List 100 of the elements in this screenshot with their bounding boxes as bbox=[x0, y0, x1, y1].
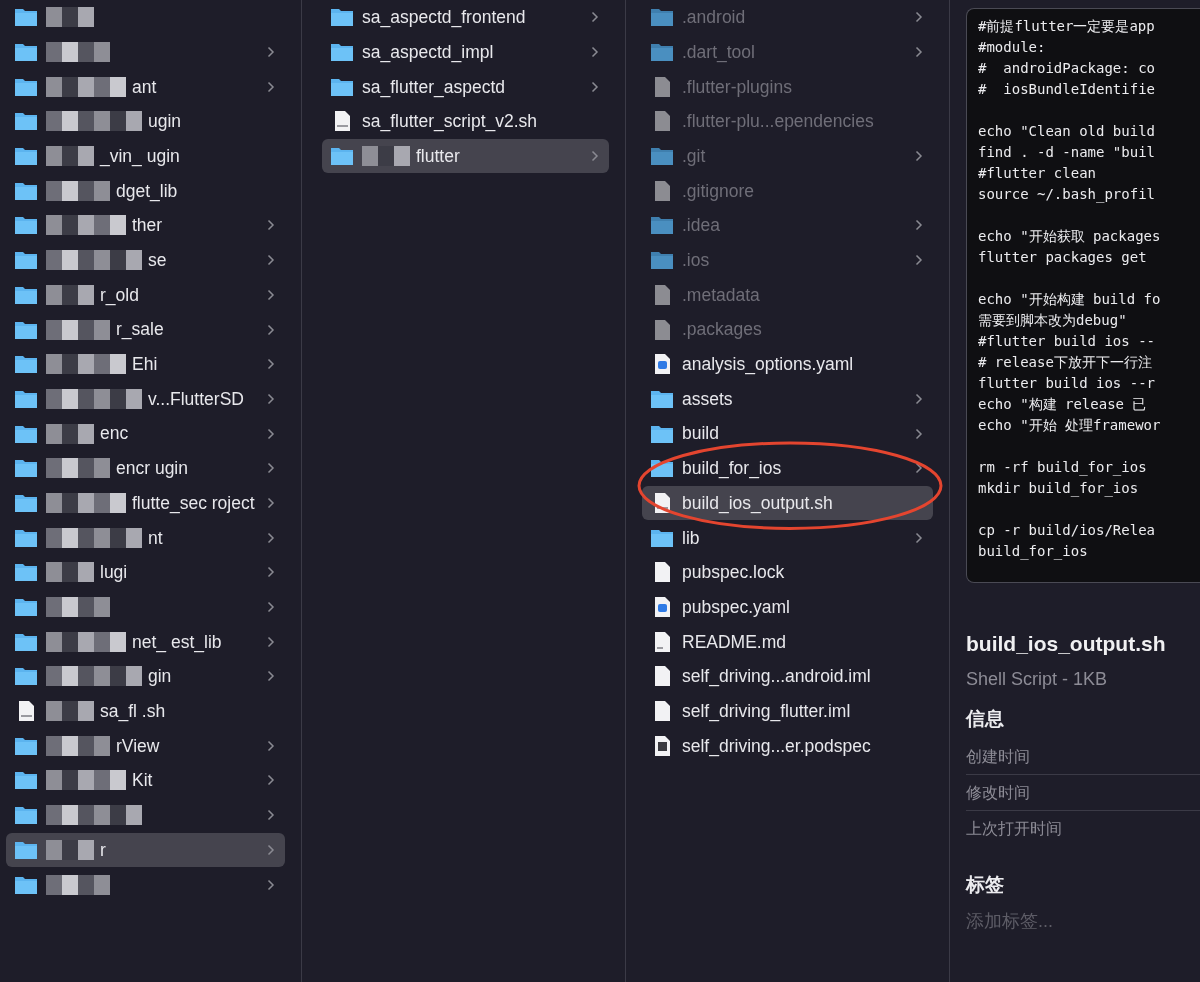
folder-icon bbox=[14, 41, 38, 64]
file-name: .android bbox=[682, 6, 746, 30]
file-row[interactable]: README.md bbox=[642, 624, 933, 660]
file-row[interactable]: gin bbox=[6, 659, 285, 694]
file-row[interactable]: build bbox=[642, 416, 933, 451]
file-row[interactable]: pubspec.lock bbox=[642, 555, 933, 590]
code-line: echo "开始构建 build fo bbox=[978, 290, 1162, 309]
code-line: # release下放开下一行注 bbox=[978, 353, 1153, 372]
file-row[interactable]: dget_lib bbox=[6, 173, 285, 209]
file-name: Ehi bbox=[132, 353, 158, 377]
code-line: #flutter clean bbox=[978, 164, 1097, 183]
chevron-icon bbox=[267, 80, 275, 93]
code-line: echo "Clean old build bbox=[978, 122, 1156, 141]
file-name: nt bbox=[148, 526, 163, 550]
folder-icon bbox=[14, 596, 38, 619]
chevron-icon bbox=[267, 392, 275, 405]
file-name: Kit bbox=[132, 769, 153, 793]
mosaic-redaction bbox=[46, 458, 110, 479]
file-row[interactable]: sa_aspectd_impl bbox=[322, 34, 609, 70]
chevron-icon bbox=[915, 219, 923, 232]
mosaic-redaction bbox=[46, 146, 94, 167]
mosaic-redaction bbox=[46, 284, 94, 305]
chevron-icon bbox=[267, 774, 275, 787]
file-name: r_old bbox=[100, 283, 139, 308]
file-row[interactable]: r_sale bbox=[6, 312, 285, 347]
file-name: sa_aspectd_impl bbox=[362, 40, 494, 65]
chevron-icon bbox=[591, 80, 599, 93]
chevron-icon bbox=[267, 358, 275, 371]
file-row[interactable]: Kit bbox=[6, 763, 285, 798]
file-name: .metadata bbox=[682, 283, 760, 307]
file-row[interactable]: _vin_ ugin bbox=[6, 138, 285, 174]
file-row[interactable]: ther bbox=[6, 208, 285, 243]
file-name: rView bbox=[116, 734, 160, 758]
file-title: build_ios_output.sh bbox=[966, 631, 1167, 657]
file-name: r bbox=[100, 838, 106, 862]
chevron-icon bbox=[267, 46, 275, 59]
file-row[interactable]: lugi bbox=[6, 555, 285, 590]
chevron-icon bbox=[267, 809, 275, 822]
chevron-icon bbox=[915, 462, 923, 475]
info-label: 修改时间 bbox=[966, 775, 1200, 811]
file-row[interactable]: se bbox=[6, 242, 285, 278]
code-line: echo "构建 release 已 bbox=[978, 395, 1148, 414]
code-line: 需要到脚本改为debug" bbox=[978, 311, 1128, 330]
file-name: build_ios_output.sh bbox=[682, 491, 833, 516]
file-row[interactable]: enc bbox=[6, 416, 285, 451]
folder-icon bbox=[650, 249, 674, 272]
mosaic-redaction bbox=[46, 701, 94, 722]
mosaic-redaction bbox=[46, 562, 94, 583]
folder-icon bbox=[14, 665, 38, 688]
file-row[interactable]: v...FlutterSD bbox=[6, 381, 285, 417]
mosaic-redaction bbox=[46, 874, 110, 895]
file-row[interactable]: assets bbox=[642, 381, 933, 417]
file-name: self_driving_flutter.iml bbox=[682, 699, 851, 724]
chevron-icon bbox=[591, 46, 599, 59]
chevron-icon bbox=[915, 254, 923, 267]
folder-icon bbox=[330, 41, 354, 64]
chevron-icon bbox=[267, 496, 275, 509]
file-name: lib bbox=[682, 526, 700, 550]
file-row[interactable]: self_driving...er.podspec bbox=[642, 728, 933, 764]
code-line: flutter packages get bbox=[978, 248, 1148, 267]
file-name: self_driving...er.podspec bbox=[682, 734, 871, 759]
file-row[interactable]: encr ugin bbox=[6, 450, 285, 486]
file-row[interactable]: rView bbox=[6, 728, 285, 764]
file-row[interactable]: ugin bbox=[6, 104, 285, 139]
file-name: .flutter-plu...ependencies bbox=[682, 110, 874, 134]
file-row[interactable]: r bbox=[6, 832, 285, 868]
file-row[interactable]: self_driving_flutter.iml bbox=[642, 693, 933, 729]
file-name: self_driving...android.iml bbox=[682, 665, 871, 689]
info-label: 创建时间 bbox=[966, 739, 1200, 775]
file-row[interactable]: sa_fl .sh bbox=[6, 693, 285, 729]
file-row[interactable]: r_old bbox=[6, 277, 285, 313]
file-row[interactable]: nt bbox=[6, 520, 285, 555]
file-name: lugi bbox=[100, 561, 128, 585]
file-row[interactable]: ant bbox=[6, 69, 285, 105]
mosaic-redaction bbox=[46, 42, 110, 63]
file-row[interactable]: sa_flutter_script_v2.sh bbox=[322, 104, 609, 139]
file-row[interactable]: self_driving...android.iml bbox=[642, 659, 933, 694]
code-line: # iosBundleIdentifie bbox=[978, 80, 1156, 99]
chevron-icon bbox=[267, 635, 275, 648]
file-row[interactable]: flutter bbox=[322, 138, 609, 174]
code-line: flutter build ios --r bbox=[978, 374, 1156, 393]
file-row[interactable]: lib bbox=[642, 520, 933, 555]
file-row[interactable]: net_ est_lib bbox=[6, 624, 285, 660]
file-name: assets bbox=[682, 387, 733, 411]
file-row[interactable]: sa_flutter_aspectd bbox=[322, 69, 609, 105]
file-row[interactable]: build_ios_output.sh bbox=[642, 485, 933, 521]
folder-icon bbox=[14, 145, 38, 168]
file-row[interactable]: build_for_ios bbox=[642, 450, 933, 486]
mosaic-redaction bbox=[46, 180, 110, 201]
file-name: README.md bbox=[682, 630, 787, 654]
file-name: net_ est_lib bbox=[132, 630, 222, 655]
file-row[interactable]: analysis_options.yaml bbox=[642, 346, 933, 382]
folder-icon bbox=[650, 145, 674, 168]
chevron-icon bbox=[267, 878, 275, 891]
file-row[interactable]: flutte_sec roject bbox=[6, 485, 285, 521]
folder-icon bbox=[330, 145, 354, 168]
file-row[interactable]: pubspec.yaml bbox=[642, 589, 933, 625]
file-row[interactable]: sa_aspectd_frontend bbox=[322, 0, 609, 35]
code-line: find . -d -name "buil bbox=[978, 143, 1156, 162]
file-row[interactable]: Ehi bbox=[6, 346, 285, 382]
